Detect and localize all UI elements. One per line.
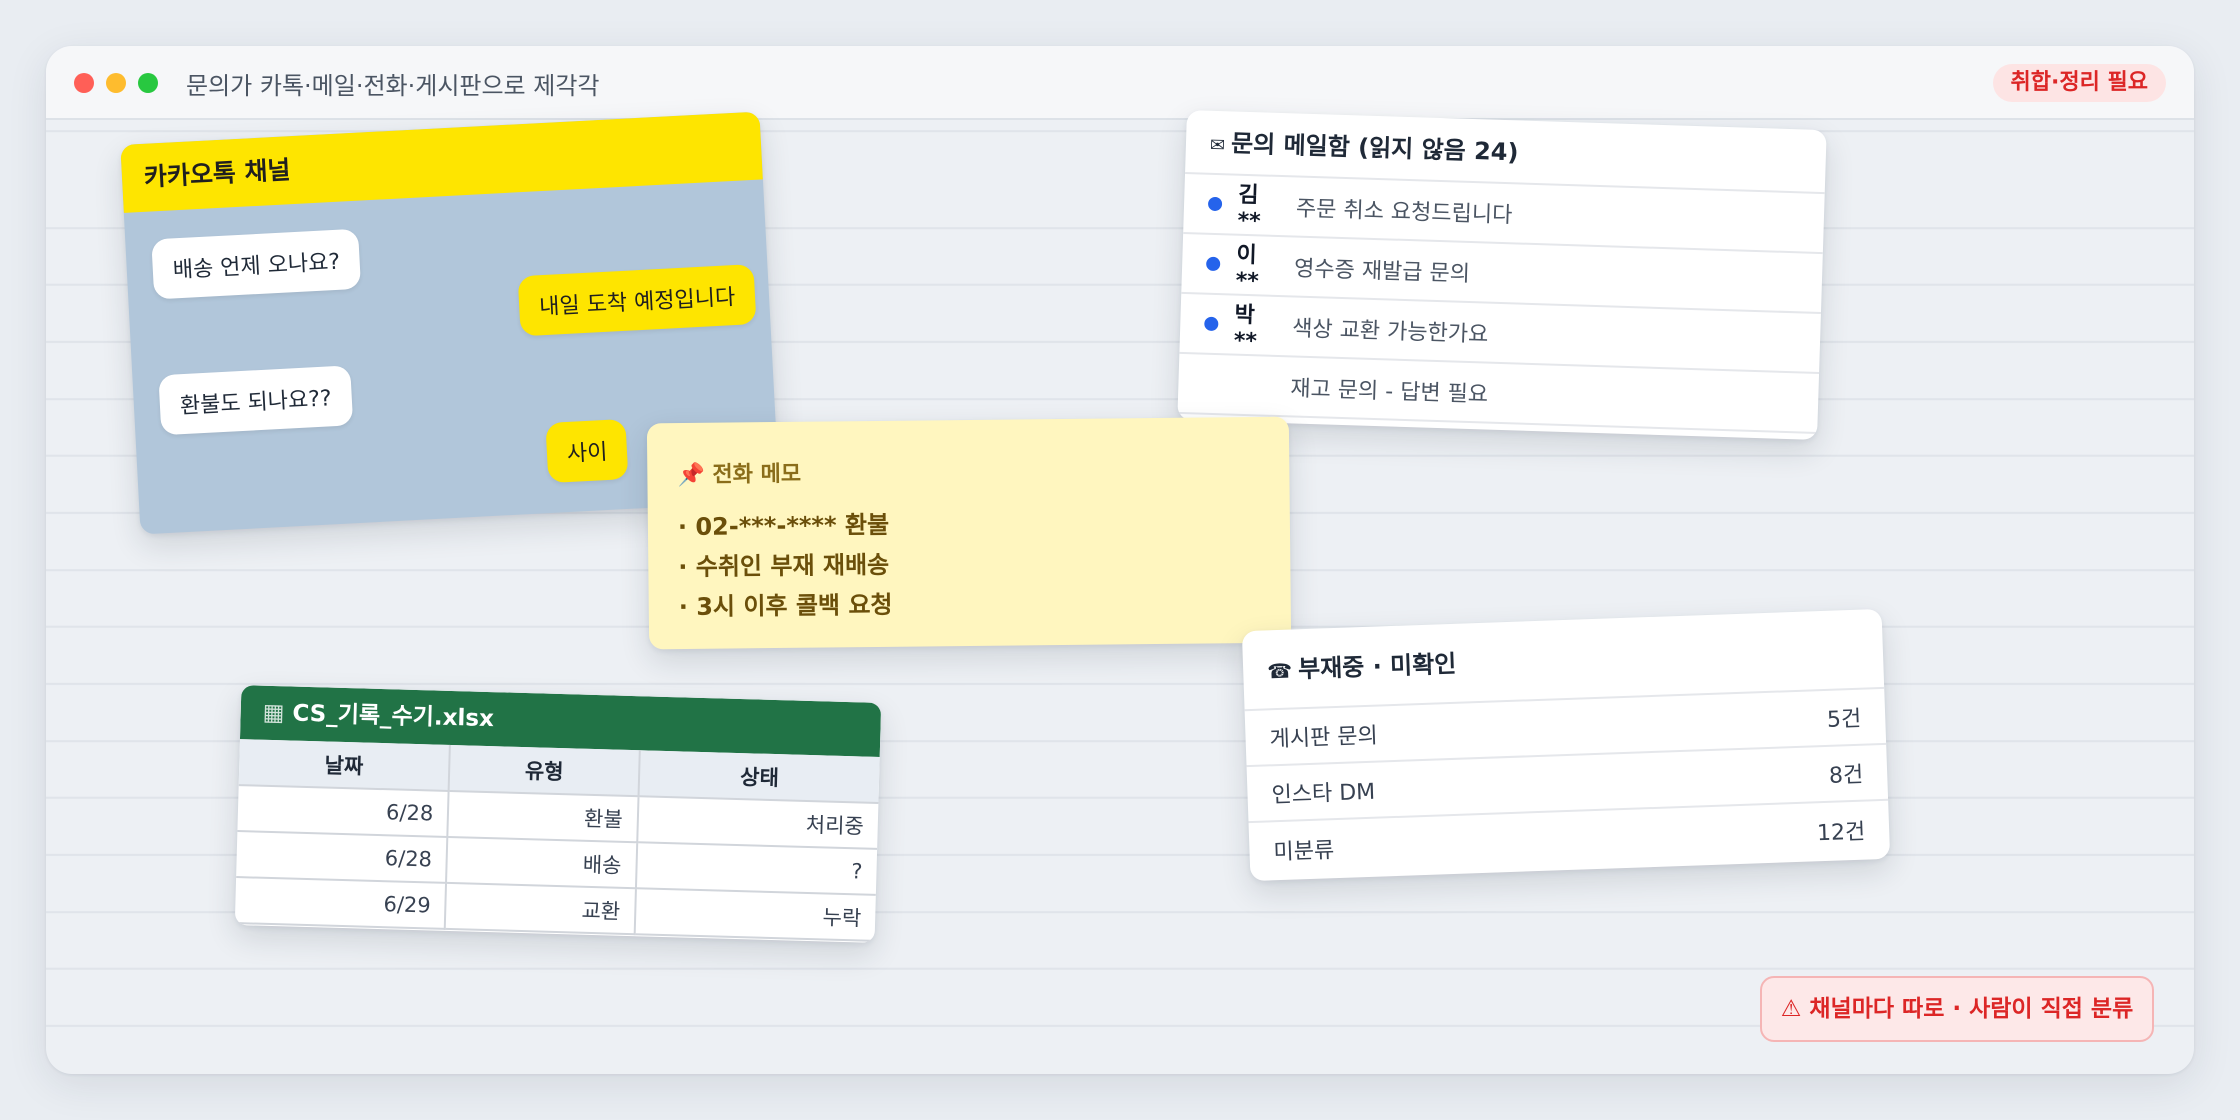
- table-cell[interactable]: 누락: [634, 888, 876, 941]
- mail-subject: 영수증 재발급 문의: [1293, 256, 1471, 287]
- close-window-button[interactable]: [74, 73, 94, 93]
- mail-icon: ✉: [1209, 134, 1226, 157]
- warning-text: 채널마다 따로 · 사람이 직접 분류: [1809, 996, 2134, 1022]
- warning-banner: ⚠ 채널마다 따로 · 사람이 직접 분류: [1760, 976, 2154, 1042]
- phone-memo-note[interactable]: 📌 전화 메모 · 02-***-**** 환불 · 수취인 부재 재배송 · …: [646, 416, 1292, 650]
- memo-line: · 수취인 부재 재배송: [678, 550, 890, 582]
- status-badge: 취합·정리 필요: [1992, 64, 2166, 102]
- column-header[interactable]: 유형: [448, 744, 640, 797]
- mail-sender: [1232, 385, 1272, 386]
- phone-memo-title-text: 전화 메모: [712, 461, 802, 488]
- missed-row-count: 12건: [1816, 819, 1866, 847]
- missed-row-label: 게시판 문의: [1269, 723, 1379, 753]
- maximize-window-button[interactable]: [138, 73, 158, 93]
- warning-icon: ⚠: [1780, 996, 1802, 1022]
- column-header[interactable]: 날짜: [238, 739, 451, 791]
- spreadsheet-icon: ▦: [262, 699, 285, 727]
- missed-row-count: 8건: [1828, 762, 1864, 789]
- memo-line: · 3시 이후 콜백 요청: [678, 590, 893, 622]
- missed-row-label: 인스타 DM: [1271, 779, 1376, 809]
- mail-sender: 이**: [1235, 242, 1260, 294]
- unread-dot-icon: [1204, 316, 1219, 332]
- phone-icon: ☎: [1266, 658, 1293, 684]
- phone-memo-title: 📌 전화 메모: [677, 456, 801, 489]
- mail-sender: 박**: [1233, 302, 1258, 354]
- unread-dot-icon: [1207, 196, 1223, 212]
- table-cell[interactable]: 환불: [447, 790, 639, 843]
- column-header[interactable]: 상태: [638, 750, 880, 803]
- mail-sender: 김**: [1237, 182, 1261, 234]
- table-cell[interactable]: 처리중: [637, 796, 879, 849]
- missed-row-count: 5건: [1826, 706, 1862, 733]
- missed-row-label: 미분류: [1273, 838, 1335, 866]
- mail-inbox-card[interactable]: ✉ 문의 메일함 (읽지 않음 24) 김** 주문 취소 요청드립니다 이** …: [1177, 110, 1827, 440]
- table-cell[interactable]: 6/29: [234, 877, 447, 929]
- chat-bubble-outgoing: 사이: [545, 418, 629, 484]
- mail-subject: 재고 문의 - 답변 필요: [1289, 376, 1489, 408]
- table-cell[interactable]: ?: [635, 842, 878, 895]
- minimize-window-button[interactable]: [106, 73, 126, 93]
- spreadsheet-table: 날짜 유형 상태 6/28 환불 처리중 6/28 배송 ? 6/29 교환 누…: [234, 739, 880, 942]
- spreadsheet-filename: CS_기록_수기.xlsx: [292, 700, 495, 733]
- missed-inquiries-title: 부재중 · 미확인: [1297, 649, 1457, 684]
- mail-inbox-title: 문의 메일함 (읽지 않음 24): [1230, 129, 1519, 167]
- window-title: 문의가 카톡·메일·전화·게시판으로 제각각: [186, 72, 600, 100]
- mail-subject: 주문 취소 요청드립니다: [1295, 196, 1513, 229]
- pin-icon: 📌: [677, 462, 705, 489]
- table-cell[interactable]: 교환: [445, 882, 636, 935]
- table-cell[interactable]: 배송: [446, 836, 638, 889]
- chat-bubble-outgoing: 내일 도착 예정입니다: [517, 264, 757, 337]
- table-cell[interactable]: 6/28: [236, 831, 448, 883]
- memo-line: · 02-***-**** 환불: [677, 510, 890, 542]
- chat-bubble-incoming: 환불도 되나요??: [158, 365, 354, 436]
- missed-inquiries-card[interactable]: ☎ 부재중 · 미확인 게시판 문의 5건 인스타 DM 8건 미분류 12건: [1241, 608, 1891, 882]
- title-bar: 문의가 카톡·메일·전화·게시판으로 제각각 취합·정리 필요: [46, 46, 2194, 120]
- unread-dot-icon: [1205, 256, 1221, 272]
- table-cell[interactable]: 6/28: [237, 785, 449, 837]
- chat-bubble-incoming: 배송 언제 오나요?: [151, 228, 362, 300]
- mail-subject: 색상 교환 가능한가요: [1291, 316, 1489, 348]
- spreadsheet-card[interactable]: ▦ CS_기록_수기.xlsx 날짜 유형 상태 6/28 환불 처리중 6/2…: [234, 685, 882, 943]
